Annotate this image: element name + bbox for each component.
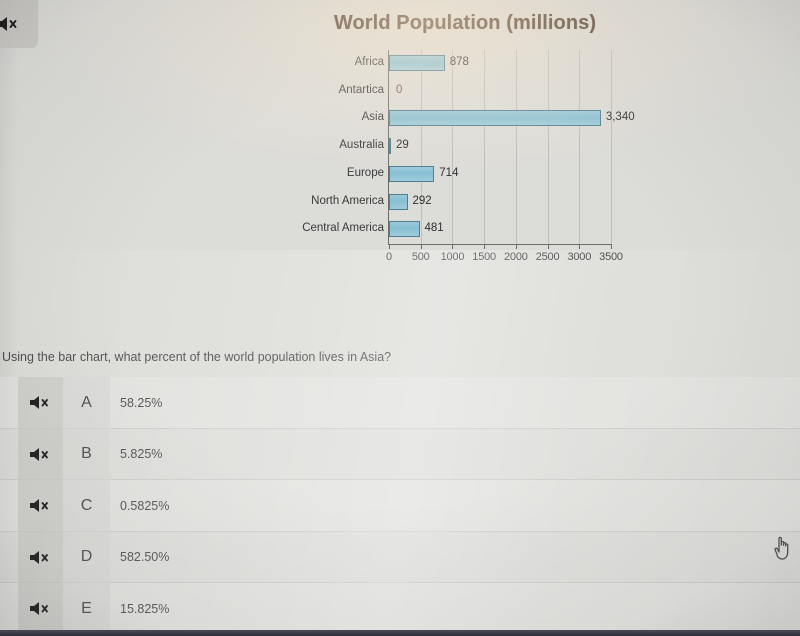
bar-value-label: 3,340 (605, 111, 635, 124)
option-letter: A (81, 393, 92, 411)
option-letter-cell[interactable]: A (63, 377, 110, 429)
bar-chart: World Population (millions) 0 500 1000 1500… (280, 6, 650, 268)
bar-value-label: 0 (396, 83, 403, 96)
x-tick-label: 3500 (599, 251, 623, 263)
bar (389, 165, 435, 182)
x-tick (547, 244, 549, 249)
answer-option-e[interactable]: E 15.825% (0, 583, 800, 635)
option-text: 5.825% (120, 447, 163, 462)
x-tick (452, 244, 454, 249)
option-text: 58.25% (120, 395, 163, 410)
category-label: Central America (302, 222, 384, 235)
bar-value-label: 292 (412, 194, 432, 207)
chart-bar-row: Europe 714 (280, 161, 650, 189)
x-tick (611, 244, 612, 249)
muted-speaker-icon (29, 498, 53, 513)
question-mute-button[interactable] (0, 0, 38, 48)
option-letter: E (81, 599, 92, 617)
option-mute-button-d[interactable] (18, 531, 63, 583)
x-tick (515, 244, 517, 249)
bar-value-label: 29 (396, 139, 409, 152)
option-letter: C (80, 496, 93, 514)
option-letter-cell[interactable]: C (63, 480, 110, 532)
quiz-screen: World Population (millions) 0 500 1000 1500… (0, 0, 800, 636)
question-text: Using the bar chart, what percent of the… (2, 350, 392, 364)
x-tick (484, 244, 486, 249)
bar (389, 110, 601, 127)
category-label: Antartica (338, 83, 384, 96)
option-mute-button-c[interactable] (18, 480, 63, 532)
muted-speaker-icon (29, 601, 53, 616)
bar-value-label: 878 (449, 56, 469, 68)
chart-plot-area: 0 500 1000 1500 2000 2500 3000 3500 Africa 878 An… (280, 48, 650, 268)
bar (389, 221, 420, 238)
muted-speaker-icon (0, 16, 22, 32)
option-mute-button-a[interactable] (18, 377, 63, 429)
option-text: 0.5825% (120, 498, 170, 513)
option-letter-cell[interactable]: B (63, 428, 110, 480)
category-label: Europe (346, 166, 384, 179)
bar (389, 193, 408, 210)
category-label: North America (311, 194, 384, 207)
screen-bottom-bezel (0, 630, 800, 636)
x-tick (420, 244, 422, 249)
chart-title: World Population (millions) (333, 12, 597, 34)
muted-speaker-icon (29, 447, 53, 462)
option-letter-cell[interactable]: D (63, 531, 110, 583)
bar (389, 138, 391, 155)
answer-options-list: A 58.25% B 5.825% C 0.5825% D 582.50% E … (0, 377, 800, 635)
muted-speaker-icon (29, 395, 53, 410)
option-letter: D (80, 548, 93, 566)
x-tick (389, 244, 390, 249)
option-mute-button-b[interactable] (18, 428, 63, 480)
x-tick (579, 244, 581, 249)
category-label: Asia (361, 111, 384, 124)
option-letter-cell[interactable]: E (63, 583, 110, 635)
category-label: Australia (339, 139, 384, 152)
bar (389, 55, 445, 71)
answer-option-d[interactable]: D 582.50% (0, 531, 800, 583)
chart-bar-row: Australia 29 (280, 133, 650, 161)
chart-bar-row: Antartica 0 (280, 78, 650, 106)
chart-bar-row: North America 292 (280, 189, 650, 217)
answer-option-c[interactable]: C 0.5825% (0, 480, 800, 532)
option-letter: B (81, 445, 92, 463)
chart-bar-row: Asia 3,340 (280, 105, 650, 133)
answer-option-a[interactable]: A 58.25% (0, 377, 800, 429)
chart-bar-row: Africa 878 (280, 50, 650, 78)
answer-option-b[interactable]: B 5.825% (0, 428, 800, 480)
bar-value-label: 714 (439, 166, 459, 179)
category-label: Africa (354, 56, 384, 68)
bar-value-label: 481 (424, 222, 444, 235)
muted-speaker-icon (29, 550, 53, 565)
option-text: 582.50% (120, 550, 170, 565)
option-text: 15.825% (120, 601, 170, 616)
option-mute-button-e[interactable] (18, 583, 63, 635)
chart-bar-row: Central America 481 (280, 216, 650, 244)
